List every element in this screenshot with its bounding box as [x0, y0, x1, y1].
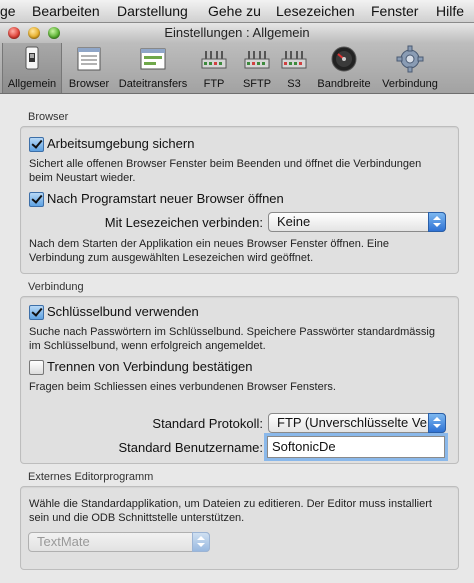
editor-group-title: Externes Editorprogramm: [28, 471, 154, 483]
keychain-description: Suche nach Passwörtern im Schlüsselbund.…: [29, 326, 435, 352]
tab-allgemein[interactable]: Allgemein: [2, 43, 62, 93]
protocol-label: Standard Protokoll:: [152, 416, 263, 431]
protocol-popup[interactable]: FTP (Unverschlüsselte Ver: [268, 413, 446, 433]
confirm-disconnect-description: Fragen beim Schliessen eines verbundenen…: [29, 381, 336, 393]
username-label: Standard Benutzername:: [118, 440, 263, 455]
tab-label: SFTP: [242, 78, 272, 90]
bookmark-connect-popup[interactable]: Keine: [268, 212, 446, 232]
tab-browser[interactable]: Browser: [64, 43, 114, 93]
menu-bar: ge Bearbeiten Darstellung Gehe zu Leseze…: [0, 0, 474, 23]
username-value: SoftonicDe: [272, 439, 336, 454]
tab-label: Dateitransfers: [118, 78, 188, 90]
new-browser-checkbox[interactable]: [29, 192, 44, 207]
preferences-toolbar: Allgemein Browser Dateitransfers FTP SFT…: [0, 43, 474, 94]
menu-hilfe[interactable]: Hilfe: [436, 3, 464, 19]
switch-icon: [25, 46, 39, 70]
bookmark-connect-value: Keine: [277, 214, 311, 229]
ftp-network-icon: [201, 51, 227, 69]
tab-s3[interactable]: S3: [279, 43, 309, 93]
popup-arrows-icon: [428, 212, 446, 232]
file-transfer-icon: [140, 48, 166, 70]
tab-label: FTP: [203, 78, 225, 90]
s3-network-icon: [281, 51, 307, 69]
new-browser-label[interactable]: Nach Programstart neuer Browser öffnen: [47, 191, 284, 206]
tab-label: Browser: [68, 78, 110, 90]
editor-value: TextMate: [37, 534, 90, 549]
tab-sftp[interactable]: SFTP: [236, 43, 278, 93]
sftp-network-icon: [244, 51, 270, 69]
tab-label: Bandbreite: [317, 78, 371, 90]
editor-description: Wähle die Standardapplikation, um Dateie…: [29, 498, 432, 524]
bookmark-connect-label: Mit Lesezeichen verbinden:: [104, 215, 263, 230]
save-workspace-label[interactable]: Arbeitsumgebung sichern: [47, 136, 194, 151]
tab-label: Allgemein: [7, 78, 57, 90]
tab-label: Verbindung: [382, 78, 438, 90]
tab-label: S3: [287, 78, 301, 90]
menu-darstellung[interactable]: Darstellung: [117, 3, 188, 19]
window-titlebar: Einstellungen : Allgemein: [0, 23, 474, 43]
menu-bearbeiten[interactable]: Bearbeiten: [32, 3, 100, 19]
browser-window-icon: [77, 47, 101, 71]
tab-verbindung[interactable]: Verbindung: [377, 43, 443, 93]
tab-bandbreite[interactable]: Bandbreite: [314, 43, 374, 93]
gear-icon: [396, 45, 424, 73]
browser-group-title: Browser: [28, 111, 69, 123]
menu-lesezeichen[interactable]: Lesezeichen: [276, 3, 355, 19]
menu-fenster[interactable]: Fenster: [371, 3, 418, 19]
editor-popup[interactable]: TextMate: [28, 532, 210, 552]
keychain-label[interactable]: Schlüsselbund verwenden: [47, 304, 199, 319]
protocol-value: FTP (Unverschlüsselte Ver: [277, 415, 427, 430]
confirm-disconnect-checkbox[interactable]: [29, 360, 44, 375]
menu-gehe-zu[interactable]: Gehe zu: [208, 3, 261, 19]
menu-app[interactable]: ge: [0, 3, 16, 19]
popup-arrows-icon: [192, 532, 210, 552]
save-workspace-checkbox[interactable]: [29, 137, 44, 152]
popup-arrows-icon: [428, 413, 446, 433]
new-browser-description: Nach dem Starten der Applikation ein neu…: [29, 238, 389, 264]
window-title: Einstellungen : Allgemein: [164, 25, 310, 40]
tab-dateitransfers[interactable]: Dateitransfers: [116, 43, 190, 93]
confirm-disconnect-label[interactable]: Trennen von Verbindung bestätigen: [47, 359, 253, 374]
tab-ftp[interactable]: FTP: [193, 43, 235, 93]
keychain-checkbox[interactable]: [29, 305, 44, 320]
bandwidth-gauge-icon: [331, 46, 357, 72]
save-workspace-description: Sichert alle offenen Browser Fenster bei…: [29, 158, 422, 184]
username-field[interactable]: SoftonicDe: [267, 436, 445, 458]
connection-group-title: Verbindung: [28, 281, 84, 293]
